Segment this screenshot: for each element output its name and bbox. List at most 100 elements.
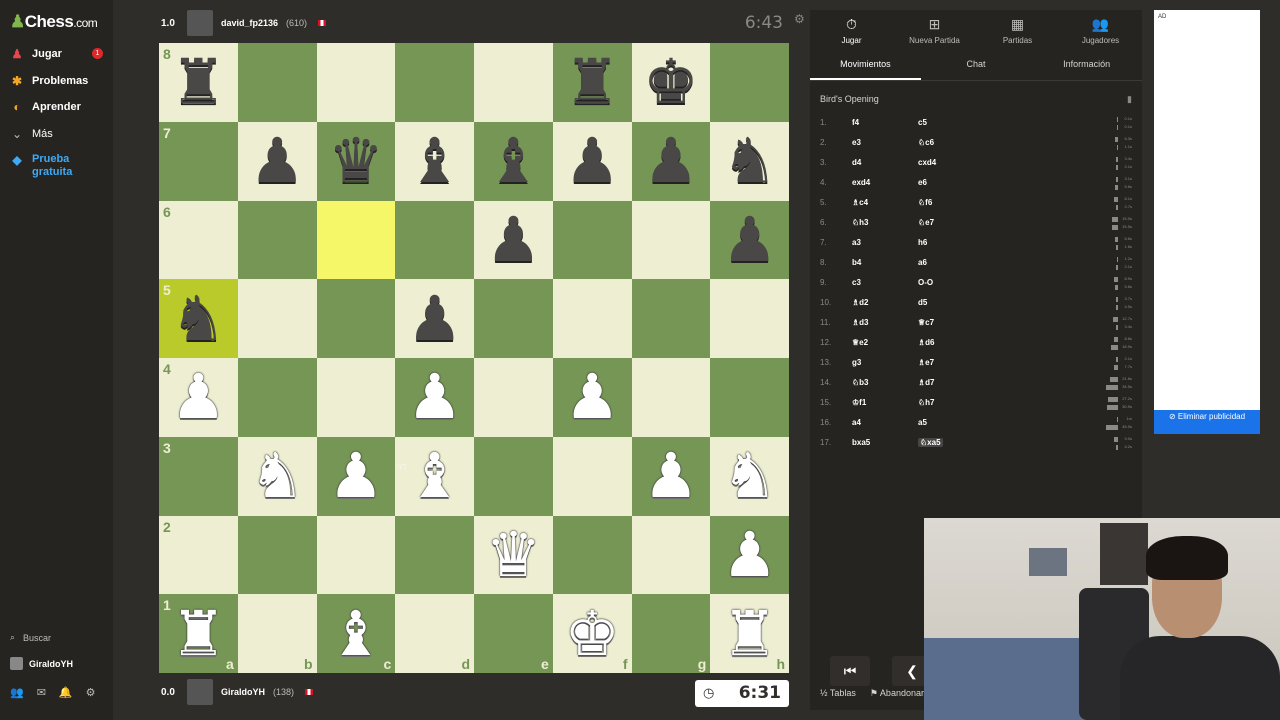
- black-knight-icon[interactable]: ♞: [171, 287, 227, 350]
- white-move[interactable]: ♗d2: [852, 298, 869, 307]
- white-pawn-icon[interactable]: ♟: [328, 445, 384, 507]
- square-a6[interactable]: 6: [159, 200, 238, 280]
- square-e2[interactable]: ♛: [474, 515, 553, 595]
- tab-nueva-partida[interactable]: ⊞ Nueva Partida: [893, 10, 976, 50]
- black-move[interactable]: O-O: [918, 278, 933, 287]
- draw-button[interactable]: ½ Tablas: [820, 688, 856, 699]
- white-king-icon[interactable]: ♚: [564, 602, 620, 665]
- black-move[interactable]: ♘e7: [918, 218, 934, 227]
- black-move[interactable]: cxd4: [918, 158, 936, 167]
- sidebar-item-problemas[interactable]: ✱ Problemas: [10, 74, 88, 88]
- white-move[interactable]: f4: [852, 118, 859, 127]
- white-move[interactable]: ♔f1: [852, 398, 866, 407]
- white-move[interactable]: ♘b3: [852, 378, 869, 387]
- opening-book-icon[interactable]: ▮: [1127, 94, 1132, 105]
- square-b6[interactable]: [237, 200, 317, 280]
- square-c1[interactable]: ♝ c: [316, 594, 396, 673]
- square-e4[interactable]: [474, 358, 553, 437]
- square-b7[interactable]: ♟: [237, 121, 317, 201]
- black-move[interactable]: d5: [918, 298, 927, 307]
- sidebar-user[interactable]: GiraldoYH: [10, 657, 73, 670]
- square-h7[interactable]: ♞: [710, 121, 789, 201]
- white-pawn-icon[interactable]: ♟: [722, 523, 778, 586]
- white-rook-icon[interactable]: ♜: [722, 602, 778, 665]
- sidebar-item-mas[interactable]: ⌄ Más: [10, 127, 53, 141]
- square-d2[interactable]: [395, 515, 474, 595]
- square-a2[interactable]: 2: [159, 515, 238, 595]
- player-name[interactable]: david_fp2136: [221, 18, 278, 28]
- sidebar-item-prueba[interactable]: ◆ Prueba gratuita: [10, 153, 82, 179]
- subtab-chat[interactable]: Chat: [921, 50, 1032, 80]
- square-a1[interactable]: ♜ 1 a: [159, 594, 238, 673]
- bell-icon[interactable]: 🔔: [59, 686, 73, 699]
- white-pawn-icon[interactable]: ♟: [171, 366, 227, 428]
- subtab-movimientos[interactable]: Movimientos: [810, 50, 921, 80]
- square-g3[interactable]: ♟: [631, 436, 711, 516]
- square-h6[interactable]: ♟: [710, 200, 789, 280]
- black-pawn-icon[interactable]: ♟: [249, 130, 305, 192]
- square-c4[interactable]: [316, 358, 396, 437]
- black-move[interactable]: ♗d7: [918, 378, 935, 387]
- square-e3[interactable]: [474, 436, 553, 516]
- white-move[interactable]: a4: [852, 418, 861, 427]
- black-move[interactable]: ♘c6: [918, 138, 934, 147]
- sidebar-item-jugar[interactable]: ♟ Jugar: [10, 47, 62, 61]
- square-g4[interactable]: [631, 358, 711, 437]
- black-move[interactable]: a6: [918, 258, 927, 267]
- square-b3[interactable]: ♞: [237, 436, 317, 516]
- black-pawn-icon[interactable]: ♟: [486, 208, 542, 271]
- black-move[interactable]: ♗d6: [918, 338, 935, 347]
- tab-partidas[interactable]: ▦ Partidas: [976, 10, 1059, 50]
- white-move[interactable]: c3: [852, 278, 861, 287]
- square-g6[interactable]: [631, 200, 711, 280]
- opening-name[interactable]: Bird's Opening: [820, 94, 879, 104]
- square-e6[interactable]: ♟: [474, 200, 553, 280]
- black-move[interactable]: ♗e7: [918, 358, 934, 367]
- black-pawn-icon[interactable]: ♟: [407, 287, 463, 350]
- white-move[interactable]: d4: [852, 158, 861, 167]
- square-f7[interactable]: ♟: [552, 121, 632, 201]
- white-move[interactable]: exd4: [852, 178, 870, 187]
- square-g1[interactable]: g: [631, 594, 711, 673]
- white-bishop-icon[interactable]: ♝: [328, 602, 384, 665]
- square-e5[interactable]: [474, 279, 553, 358]
- square-h4[interactable]: [710, 358, 789, 437]
- square-a4[interactable]: ♟ 4: [159, 358, 238, 437]
- square-h5[interactable]: [710, 279, 789, 358]
- square-h2[interactable]: ♟: [710, 515, 789, 595]
- tab-jugadores[interactable]: 👥 Jugadores: [1059, 10, 1142, 50]
- square-b5[interactable]: [237, 279, 317, 358]
- white-move[interactable]: e3: [852, 138, 861, 147]
- white-move[interactable]: bxa5: [852, 438, 870, 447]
- square-f3[interactable]: [552, 436, 632, 516]
- white-move[interactable]: g3: [852, 358, 861, 367]
- square-d6[interactable]: [395, 200, 474, 280]
- black-rook-icon[interactable]: ♜: [564, 51, 620, 113]
- square-a8[interactable]: ♜ 8: [159, 43, 238, 122]
- square-d8[interactable]: [395, 43, 474, 122]
- white-pawn-icon[interactable]: ♟: [407, 366, 463, 428]
- black-pawn-icon[interactable]: ♟: [643, 130, 699, 192]
- black-move[interactable]: c5: [918, 118, 927, 127]
- square-f2[interactable]: [552, 515, 632, 595]
- square-a5[interactable]: ♞ 5: [159, 279, 238, 358]
- square-d1[interactable]: d: [395, 594, 474, 673]
- black-knight-icon[interactable]: ♞: [722, 130, 778, 192]
- square-c5[interactable]: [316, 279, 396, 358]
- square-c3[interactable]: ♟: [316, 436, 396, 516]
- square-c2[interactable]: [316, 515, 396, 595]
- square-d4[interactable]: ♟: [395, 358, 474, 437]
- square-f8[interactable]: ♜: [552, 43, 632, 122]
- gear-icon[interactable]: ⚙: [86, 686, 96, 699]
- white-pawn-icon[interactable]: ♟: [564, 366, 620, 428]
- square-c8[interactable]: [316, 43, 396, 122]
- black-move[interactable]: e6: [918, 178, 927, 187]
- black-bishop-icon[interactable]: ♝: [407, 130, 463, 192]
- black-move[interactable]: ♘xa5: [918, 438, 943, 447]
- avatar[interactable]: [187, 679, 213, 705]
- remove-ads-button[interactable]: ⊘ Eliminar publicidad: [1154, 410, 1260, 434]
- ad-banner[interactable]: AD: [1154, 10, 1260, 434]
- subtab-informacion[interactable]: Información: [1031, 50, 1142, 80]
- square-c6[interactable]: [316, 200, 396, 280]
- mail-icon[interactable]: ✉: [37, 686, 46, 699]
